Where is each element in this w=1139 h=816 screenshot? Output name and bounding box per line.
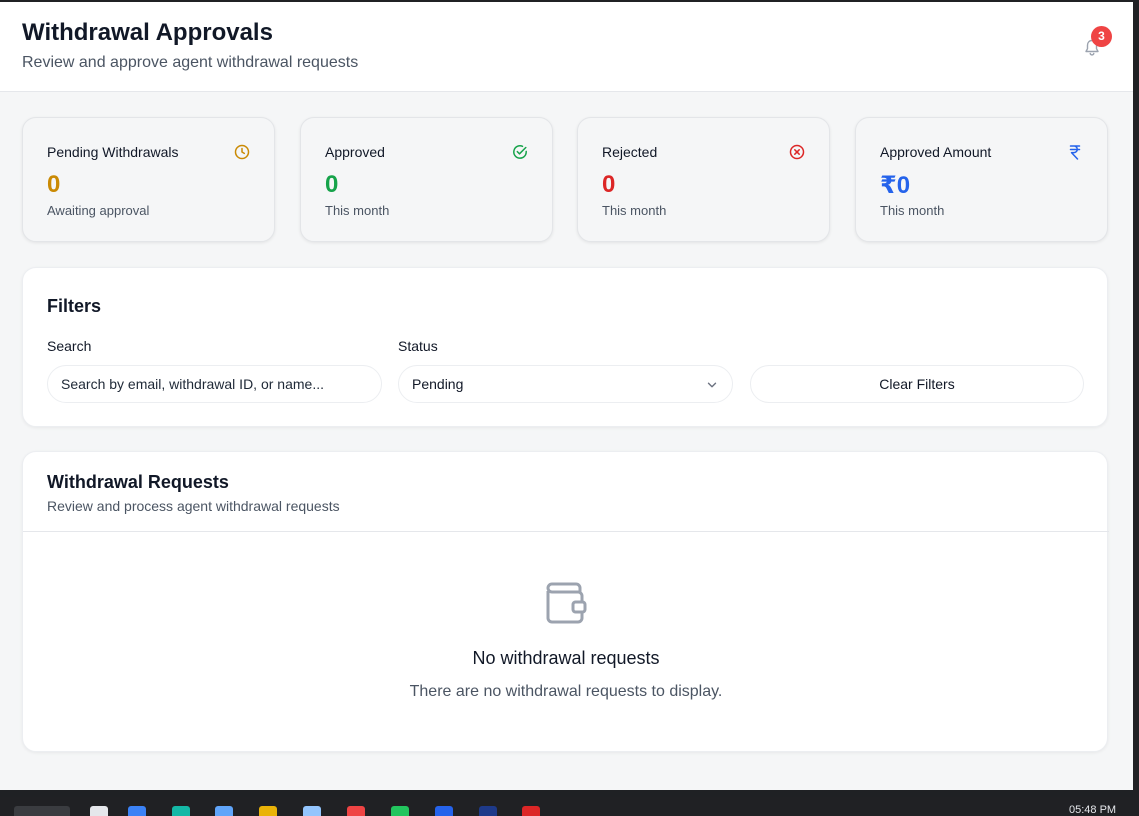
requests-title: Withdrawal Requests xyxy=(47,472,229,492)
page-subtitle: Review and approve agent withdrawal requ… xyxy=(22,54,359,71)
taskbar-app-icon[interactable] xyxy=(303,806,321,816)
search-field xyxy=(47,365,382,403)
taskbar-app-icon[interactable] xyxy=(479,806,497,816)
stat-label: Pending Withdrawals xyxy=(47,144,179,160)
page-header: Withdrawal Approvals Review and approve … xyxy=(0,2,1133,92)
clear-filters-button[interactable]: Clear Filters xyxy=(750,365,1084,403)
taskbar-app-icon[interactable] xyxy=(347,806,365,816)
app-window: Withdrawal Approvals Review and approve … xyxy=(0,0,1133,790)
requests-subtitle: Review and process agent withdrawal requ… xyxy=(47,498,340,514)
filters-panel: Filters Search Status Pending Clear Filt… xyxy=(22,267,1108,427)
start-button[interactable] xyxy=(14,806,70,816)
approved-card: Approved 0 This month xyxy=(300,117,553,242)
folder-icon[interactable] xyxy=(259,806,277,816)
status-select-value: Pending xyxy=(412,376,464,392)
stat-caption: This month xyxy=(880,203,945,218)
stat-label: Approved Amount xyxy=(880,144,992,160)
wallet-icon xyxy=(546,582,587,624)
stat-caption: This month xyxy=(325,203,390,218)
stat-label: Rejected xyxy=(602,144,658,160)
divider xyxy=(23,531,1109,532)
search-label: Search xyxy=(47,338,92,354)
withdrawal-requests-panel: Withdrawal Requests Review and process a… xyxy=(22,451,1109,752)
chevron-down-icon xyxy=(707,382,717,388)
empty-state-text: There are no withdrawal requests to disp… xyxy=(409,683,723,700)
stat-value: 0 xyxy=(325,171,339,198)
pending-withdrawals-card: Pending Withdrawals 0 Awaiting approval xyxy=(22,117,275,242)
taskbar-app-icon[interactable] xyxy=(172,806,190,816)
status-select[interactable]: Pending xyxy=(398,365,733,403)
empty-state-title: No withdrawal requests xyxy=(472,648,660,668)
rupee-icon xyxy=(1069,145,1081,160)
filters-title: Filters xyxy=(47,296,102,316)
taskbar-app-icon[interactable] xyxy=(128,806,146,816)
rejected-card: Rejected 0 This month xyxy=(577,117,830,242)
taskbar: 05:48 PM xyxy=(0,797,1139,816)
stat-value: 0 xyxy=(602,171,616,198)
stat-label: Approved xyxy=(325,144,385,160)
taskbar-clock: 05:48 PM xyxy=(1069,804,1117,816)
stat-value: 0 xyxy=(47,171,61,198)
status-label: Status xyxy=(398,338,438,354)
x-circle-icon xyxy=(789,144,805,160)
notification-badge: 3 xyxy=(1091,26,1112,47)
taskbar-app-icon[interactable] xyxy=(90,806,108,816)
stat-caption: This month xyxy=(602,203,667,218)
window-edge xyxy=(1133,0,1139,797)
check-circle-icon xyxy=(513,145,527,159)
page-title: Withdrawal Approvals xyxy=(22,19,273,46)
clock-icon xyxy=(234,144,250,160)
taskbar-app-icon[interactable] xyxy=(215,806,233,816)
search-input[interactable] xyxy=(48,366,381,402)
stat-caption: Awaiting approval xyxy=(47,203,150,218)
chrome-icon[interactable] xyxy=(522,806,540,816)
taskbar-app-icon[interactable] xyxy=(391,806,409,816)
taskbar-app-icon[interactable] xyxy=(435,806,453,816)
approved-amount-card: Approved Amount ₹0 This month xyxy=(855,117,1108,242)
stat-value: ₹0 xyxy=(880,172,911,199)
